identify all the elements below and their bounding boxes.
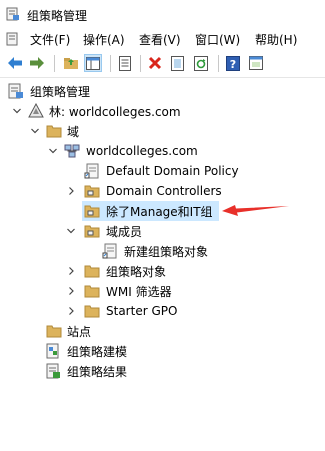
forward-button[interactable] bbox=[28, 54, 46, 72]
toolbar: ? bbox=[0, 50, 325, 78]
toolbar-separator bbox=[140, 55, 141, 72]
tree-item-domain-controllers[interactable]: Domain Controllers bbox=[84, 181, 284, 201]
domain-icon bbox=[64, 144, 80, 158]
modeling-icon bbox=[46, 343, 59, 359]
folder-icon bbox=[46, 325, 62, 338]
export-list-button[interactable] bbox=[169, 54, 187, 72]
toolbar-separator bbox=[218, 55, 219, 72]
tree-label: 组策略建模 bbox=[67, 344, 128, 359]
tree-item-results[interactable]: 组策略结果 bbox=[46, 361, 246, 381]
tree-label: WMI 筛选器 bbox=[106, 284, 172, 299]
tree-item-gpo-objects[interactable]: 组策略对象 bbox=[84, 261, 284, 281]
refresh-button[interactable] bbox=[192, 54, 210, 72]
properties-button[interactable] bbox=[116, 54, 134, 72]
console-icon bbox=[249, 56, 263, 70]
tree-label: 组策略对象 bbox=[106, 264, 167, 279]
toolbar-separator bbox=[54, 55, 55, 72]
tree-label: 林: worldcolleges.com bbox=[49, 104, 181, 119]
tree-item-wmi-filters[interactable]: WMI 筛选器 bbox=[84, 281, 284, 301]
menu-help[interactable]: 帮助(H) bbox=[255, 31, 297, 48]
tree-label: 站点 bbox=[67, 324, 92, 339]
gpmc-icon bbox=[8, 83, 23, 99]
tree-item-domain[interactable]: worldcolleges.com bbox=[64, 141, 264, 161]
menu-bar: 文件(F) 操作(A) 查看(V) 窗口(W) 帮助(H) bbox=[0, 28, 325, 50]
tree-label: Default Domain Policy bbox=[106, 164, 239, 178]
tree-item-default-domain-policy[interactable]: Default Domain Policy bbox=[84, 161, 284, 181]
ou-folder-icon bbox=[84, 225, 100, 238]
chevron-right-icon[interactable] bbox=[66, 286, 76, 296]
tree-item-selected-ou[interactable]: 除了Manage和IT组 bbox=[82, 201, 219, 221]
tree-label: worldcolleges.com bbox=[86, 144, 198, 158]
console-button[interactable] bbox=[247, 54, 265, 72]
folder-icon bbox=[84, 285, 100, 298]
chevron-right-icon[interactable] bbox=[66, 306, 76, 316]
chevron-down-icon[interactable] bbox=[12, 106, 22, 116]
ou-folder-icon bbox=[84, 185, 100, 198]
tree-item-starter-gpo[interactable]: Starter GPO bbox=[84, 301, 284, 321]
menu-action[interactable]: 操作(A) bbox=[83, 31, 125, 48]
tree-item-new-gpo[interactable]: 新建组策略对象 bbox=[102, 241, 302, 261]
folder-icon bbox=[84, 305, 100, 318]
chevron-down-icon[interactable] bbox=[48, 146, 58, 156]
console-menu-icon[interactable] bbox=[6, 32, 20, 46]
up-folder-icon bbox=[64, 58, 78, 69]
gpmc-icon bbox=[6, 7, 19, 21]
ou-folder-icon bbox=[84, 205, 100, 218]
delete-icon bbox=[148, 56, 162, 70]
back-icon bbox=[8, 57, 22, 69]
console-tree: 组策略管理 林: worldcolleges.com 域 worldcolleg… bbox=[0, 79, 325, 451]
title-bar: 组策略管理 bbox=[0, 0, 325, 28]
chevron-right-icon[interactable] bbox=[66, 266, 76, 276]
delete-button[interactable] bbox=[146, 54, 164, 72]
window-title: 组策略管理 bbox=[27, 9, 88, 23]
folder-icon bbox=[46, 125, 62, 138]
folder-icon bbox=[84, 265, 100, 278]
chevron-down-icon[interactable] bbox=[30, 126, 40, 136]
tree-item-forest[interactable]: 林: worldcolleges.com bbox=[28, 101, 268, 121]
help-button[interactable]: ? bbox=[224, 54, 242, 72]
tree-item-sites[interactable]: 站点 bbox=[46, 321, 246, 341]
tree-label: 域 bbox=[67, 124, 80, 139]
annotation-arrow-icon bbox=[222, 205, 289, 216]
menu-file[interactable]: 文件(F) bbox=[30, 31, 70, 48]
tree-label: Domain Controllers bbox=[106, 184, 222, 198]
tree-label: 域成员 bbox=[106, 224, 143, 239]
tree-item-member-ou[interactable]: 域成员 bbox=[84, 221, 284, 241]
tree-label: 组策略结果 bbox=[67, 364, 128, 379]
show-hide-tree-icon bbox=[86, 56, 100, 70]
menu-window[interactable]: 窗口(W) bbox=[195, 31, 240, 48]
chevron-right-icon[interactable] bbox=[66, 186, 76, 196]
tree-label: 新建组策略对象 bbox=[124, 244, 209, 259]
tree-label: 除了Manage和IT组 bbox=[106, 204, 213, 219]
tree-item-root[interactable]: 组策略管理 bbox=[8, 81, 248, 101]
back-button[interactable] bbox=[6, 54, 24, 72]
forward-icon bbox=[30, 57, 44, 69]
properties-icon bbox=[119, 55, 131, 71]
gpo-link-icon bbox=[102, 243, 117, 259]
tree-label: 组策略管理 bbox=[30, 84, 91, 99]
chevron-down-icon[interactable] bbox=[66, 226, 76, 236]
toolbar-separator bbox=[110, 55, 111, 72]
svg-text:?: ? bbox=[230, 58, 236, 71]
forest-icon bbox=[28, 103, 44, 118]
help-icon: ? bbox=[226, 55, 240, 71]
export-list-icon bbox=[171, 55, 184, 71]
tree-item-domains[interactable]: 域 bbox=[46, 121, 246, 141]
refresh-icon bbox=[194, 55, 208, 71]
gpo-link-icon bbox=[84, 163, 99, 179]
tree-label: Starter GPO bbox=[106, 304, 178, 318]
menu-view[interactable]: 查看(V) bbox=[139, 31, 181, 48]
tree-item-modeling[interactable]: 组策略建模 bbox=[46, 341, 246, 361]
up-button[interactable] bbox=[62, 54, 80, 72]
show-hide-tree-button[interactable] bbox=[84, 54, 102, 72]
results-icon bbox=[46, 363, 60, 379]
